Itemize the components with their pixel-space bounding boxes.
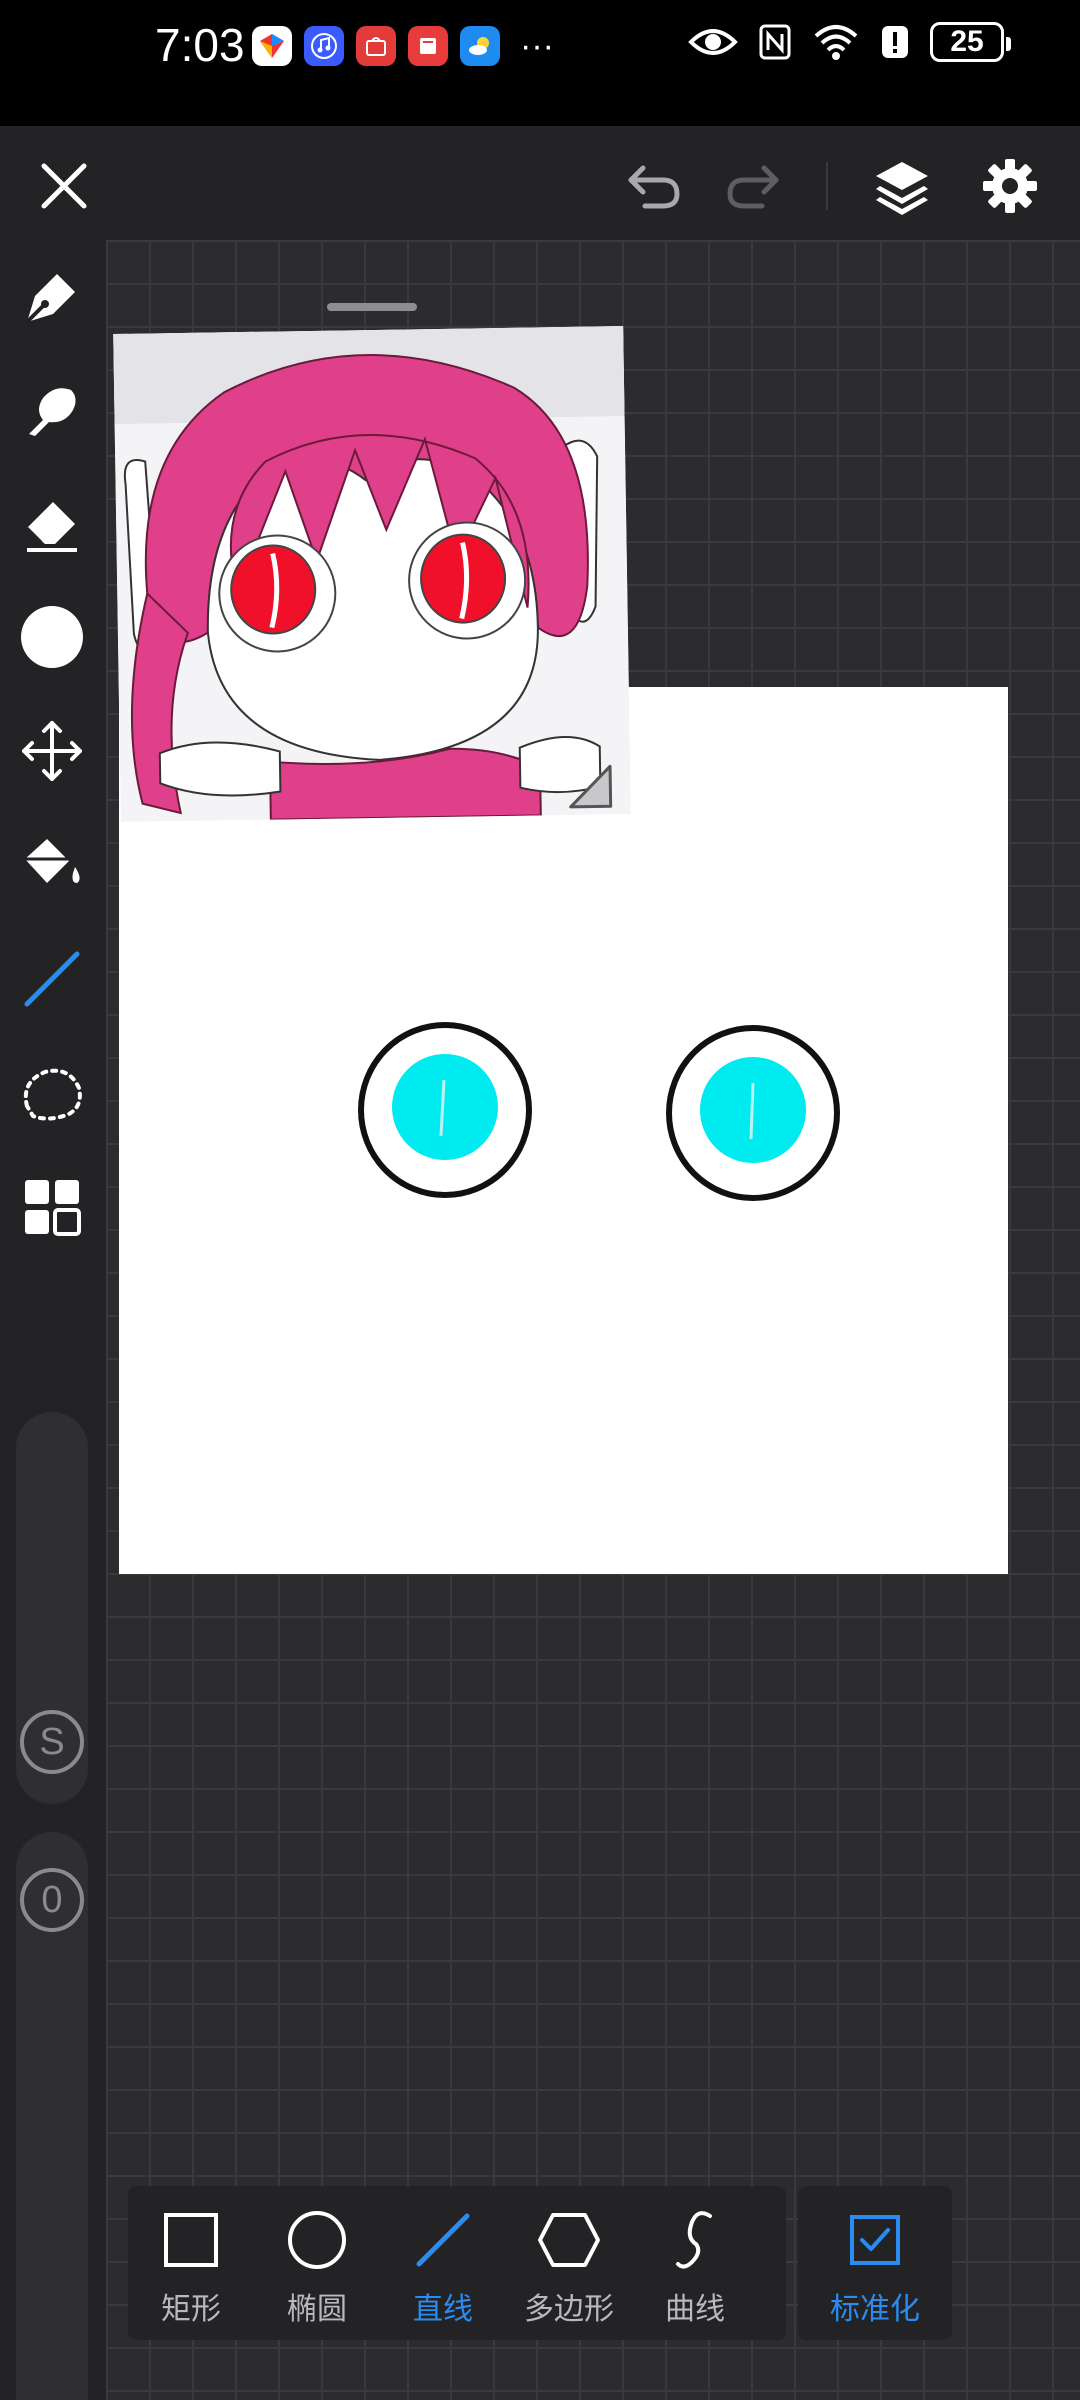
- fill-bucket-icon: [25, 839, 80, 883]
- right-eye: [666, 1025, 840, 1201]
- shape-label: 椭圆: [287, 2293, 347, 2326]
- toolbar-divider: [826, 162, 828, 210]
- opacity-knob[interactable]: 0: [20, 1868, 84, 1932]
- checkbox-checked-icon: [850, 2215, 900, 2265]
- line-icon: [416, 2213, 470, 2267]
- alert-icon: [882, 26, 908, 58]
- pen-tool[interactable]: [17, 262, 87, 332]
- smudge-icon: [29, 388, 76, 436]
- top-toolbar: [0, 126, 1080, 240]
- settings-button[interactable]: [980, 156, 1040, 216]
- color-swatch[interactable]: [17, 602, 87, 672]
- reference-illustration: [113, 326, 631, 822]
- move-icon: [22, 721, 82, 781]
- standardize-toggle[interactable]: 标准化: [798, 2186, 952, 2340]
- status-time: 7:03: [155, 19, 245, 71]
- lasso-select-icon: [23, 1068, 82, 1121]
- polygon-icon: [538, 2213, 600, 2267]
- rectangle-icon: [164, 2213, 218, 2267]
- curve-icon: [676, 2211, 712, 2269]
- shape-curve[interactable]: 曲线: [632, 2186, 758, 2340]
- gear-icon: [983, 159, 1037, 213]
- books-app-icon: [408, 26, 448, 66]
- left-toolbar: S 0: [0, 240, 106, 2400]
- drawing-canvas[interactable]: [119, 687, 1008, 1574]
- shape-line[interactable]: 直线: [380, 2186, 506, 2340]
- weather-app-icon: [460, 26, 500, 66]
- shape-toolbar: 矩形 椭圆 直线 多边形 曲线: [128, 2186, 786, 2340]
- redo-button[interactable]: [722, 156, 782, 216]
- shape-label: 直线: [413, 2293, 473, 2326]
- nfc-icon: [759, 24, 791, 60]
- reference-image[interactable]: [113, 326, 631, 822]
- shape-rectangle[interactable]: 矩形: [128, 2186, 254, 2340]
- huawei-app-icon: [356, 26, 396, 66]
- close-icon: [41, 163, 87, 209]
- left-eye: [358, 1022, 532, 1198]
- shape-label: 曲线: [665, 2293, 725, 2326]
- standardize-label: 标准化: [830, 2293, 920, 2326]
- app-store-icon: [252, 26, 292, 66]
- current-color-circle: [21, 606, 83, 668]
- reference-drag-handle[interactable]: [327, 303, 417, 311]
- status-bar: 7:03 ··· 25: [0, 0, 1080, 126]
- grid-menu-icon: [25, 1180, 81, 1236]
- line-tool-icon: [24, 951, 80, 1007]
- more-tools-button[interactable]: [17, 1172, 87, 1242]
- fill-tool[interactable]: [17, 830, 87, 900]
- shape-ellipse[interactable]: 椭圆: [254, 2186, 380, 2340]
- wifi-icon: [814, 25, 858, 60]
- brush-size-knob[interactable]: S: [20, 1710, 84, 1774]
- ellipse-icon: [288, 2211, 346, 2269]
- status-app-icons: ···: [252, 26, 554, 66]
- status-system-icons: 25: [688, 22, 1011, 62]
- smudge-tool[interactable]: [17, 376, 87, 446]
- layers-icon: [876, 162, 928, 215]
- opacity-label: 0: [41, 1878, 63, 1921]
- battery-indicator: 25: [930, 22, 1011, 62]
- eraser-tool[interactable]: [17, 490, 87, 560]
- music-app-icon: [304, 26, 344, 66]
- lasso-tool[interactable]: [17, 1058, 87, 1128]
- move-tool[interactable]: [17, 716, 87, 786]
- shape-polygon[interactable]: 多边形: [506, 2186, 632, 2340]
- eye-comfort-icon: [688, 29, 738, 55]
- shape-label: 多边形: [524, 2293, 614, 2326]
- status-more: ···: [520, 27, 554, 65]
- undo-button[interactable]: [625, 156, 685, 216]
- size-label: S: [39, 1720, 65, 1763]
- close-button[interactable]: [34, 156, 94, 216]
- redo-icon: [727, 165, 779, 209]
- line-tool[interactable]: [17, 944, 87, 1014]
- drawn-eyes: [358, 1022, 840, 1201]
- pen-icon: [25, 274, 75, 324]
- layers-button[interactable]: [872, 156, 932, 216]
- shape-label: 矩形: [161, 2293, 221, 2326]
- undo-icon: [628, 165, 680, 209]
- eraser-icon: [25, 502, 77, 552]
